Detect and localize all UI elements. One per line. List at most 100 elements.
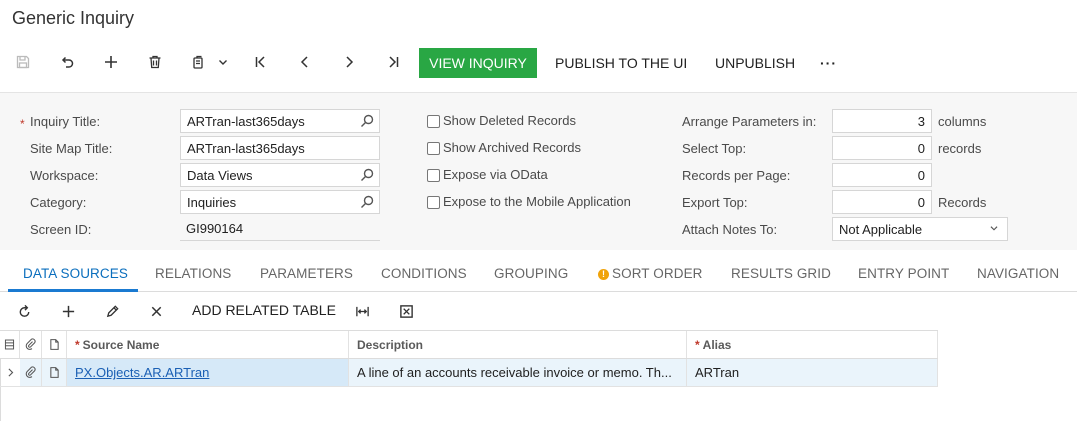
attach-notes-value: Not Applicable xyxy=(839,221,923,237)
inquiry-title-value: ARTran-last365days xyxy=(187,113,305,129)
tab-sort-order[interactable]: ! SORT ORDER xyxy=(598,266,703,281)
row-selector-header-icon[interactable] xyxy=(0,331,20,358)
source-name-header[interactable]: * Source Name xyxy=(67,331,349,358)
active-tab-indicator xyxy=(8,289,138,292)
fit-columns-icon[interactable] xyxy=(351,300,373,322)
show-deleted-checkbox[interactable] xyxy=(427,115,440,128)
next-icon[interactable] xyxy=(337,50,361,74)
arrange-parameters-field[interactable]: 3 xyxy=(832,109,932,133)
page-title: Generic Inquiry xyxy=(12,8,135,28)
tab-relations[interactable]: RELATIONS xyxy=(155,266,231,281)
records-per-page-value: 0 xyxy=(917,167,925,183)
save-icon[interactable] xyxy=(11,50,35,74)
category-field[interactable]: Inquiries xyxy=(180,190,380,214)
first-record-icon[interactable] xyxy=(249,50,273,74)
show-archived-checkbox[interactable] xyxy=(427,142,440,155)
required-mark: * xyxy=(75,337,80,352)
select-top-field[interactable]: 0 xyxy=(832,136,932,160)
last-record-icon[interactable] xyxy=(381,50,405,74)
main-toolbar: VIEW INQUIRY PUBLISH TO THE UI UNPUBLISH… xyxy=(0,46,1077,78)
arrange-parameters-label: Arrange Parameters in: xyxy=(682,114,817,129)
tab-grouping[interactable]: GROUPING xyxy=(494,266,568,281)
note-icon[interactable] xyxy=(42,359,67,386)
refresh-icon[interactable] xyxy=(13,300,35,322)
tab-data-sources[interactable]: DATA SOURCES xyxy=(23,266,128,281)
tab-parameters[interactable]: PARAMETERS xyxy=(260,266,353,281)
row-expand-icon[interactable] xyxy=(0,359,20,386)
screen-id-field: GI990164 xyxy=(180,217,380,241)
grid-toolbar: ADD RELATED TABLE xyxy=(0,296,1077,326)
tab-conditions[interactable]: CONDITIONS xyxy=(381,266,467,281)
attachment-icon[interactable] xyxy=(20,359,42,386)
site-map-title-field[interactable]: ARTran-last365days xyxy=(180,136,380,160)
source-name-cell[interactable]: PX.Objects.AR.ARTran xyxy=(67,359,349,386)
publish-to-ui-button[interactable]: PUBLISH TO THE UI xyxy=(555,48,687,78)
site-map-title-value: ARTran-last365days xyxy=(187,140,305,156)
expose-odata-label[interactable]: Expose via OData xyxy=(443,167,548,182)
source-name-header-label: Source Name xyxy=(82,337,160,352)
search-icon[interactable] xyxy=(359,113,375,129)
alias-header[interactable]: * Alias xyxy=(687,331,938,358)
description-cell[interactable]: A line of an accounts receivable invoice… xyxy=(349,359,687,386)
edit-icon[interactable] xyxy=(101,300,123,322)
select-top-value: 0 xyxy=(917,140,925,156)
workspace-label: Workspace: xyxy=(30,168,99,183)
attach-notes-label: Attach Notes To: xyxy=(682,222,778,237)
copy-paste-icon[interactable] xyxy=(187,50,211,74)
add-icon[interactable] xyxy=(99,50,123,74)
attachment-header-icon xyxy=(20,331,42,358)
delete-row-icon[interactable] xyxy=(145,300,167,322)
attach-notes-select[interactable]: Not Applicable xyxy=(832,217,1008,241)
add-related-table-button[interactable]: ADD RELATED TABLE xyxy=(192,302,336,318)
search-icon[interactable] xyxy=(359,167,375,183)
workspace-field[interactable]: Data Views xyxy=(180,163,380,187)
tab-bar: DATA SOURCES RELATIONS PARAMETERS CONDIT… xyxy=(0,258,1077,292)
tab-entry-point[interactable]: ENTRY POINT xyxy=(858,266,949,281)
alias-cell[interactable]: ARTran xyxy=(687,359,938,386)
previous-icon[interactable] xyxy=(293,50,317,74)
export-records-unit: Records xyxy=(938,195,987,210)
records-per-page-field[interactable]: 0 xyxy=(832,163,932,187)
undo-icon[interactable] xyxy=(55,50,79,74)
screen-id-value: GI990164 xyxy=(186,221,244,236)
show-deleted-label[interactable]: Show Deleted Records xyxy=(443,113,576,128)
export-top-field[interactable]: 0 xyxy=(832,190,932,214)
search-icon[interactable] xyxy=(359,194,375,210)
note-header-icon xyxy=(42,331,67,358)
expose-mobile-checkbox[interactable] xyxy=(427,196,440,209)
source-name-link[interactable]: PX.Objects.AR.ARTran xyxy=(75,365,209,380)
add-row-icon[interactable] xyxy=(57,300,79,322)
expose-mobile-label[interactable]: Expose to the Mobile Application xyxy=(443,194,631,209)
summary-form: * Inquiry Title: ARTran-last365days Site… xyxy=(0,92,1077,250)
expose-odata-checkbox[interactable] xyxy=(427,169,440,182)
inquiry-title-field[interactable]: ARTran-last365days xyxy=(180,109,380,133)
inquiry-title-label: Inquiry Title: xyxy=(30,114,101,129)
export-top-label: Export Top: xyxy=(682,195,748,210)
export-excel-icon[interactable] xyxy=(395,300,417,322)
show-archived-label[interactable]: Show Archived Records xyxy=(443,140,581,155)
delete-icon[interactable] xyxy=(143,50,167,74)
tab-results-grid[interactable]: RESULTS GRID xyxy=(731,266,831,281)
alias-header-label: Alias xyxy=(702,337,732,352)
columns-unit: columns xyxy=(938,114,987,129)
workspace-value: Data Views xyxy=(187,167,253,183)
view-inquiry-button[interactable]: VIEW INQUIRY xyxy=(419,48,537,78)
site-map-title-label: Site Map Title: xyxy=(30,141,113,156)
table-row[interactable]: PX.Objects.AR.ARTran A line of an accoun… xyxy=(0,359,938,387)
unpublish-button[interactable]: UNPUBLISH xyxy=(715,48,795,78)
chevron-down-icon[interactable] xyxy=(211,50,235,74)
records-per-page-label: Records per Page: xyxy=(682,168,791,183)
more-actions-button[interactable]: ··· xyxy=(820,48,837,78)
arrange-parameters-value: 3 xyxy=(917,113,925,129)
chevron-down-icon[interactable] xyxy=(987,221,1001,235)
screen-id-label: Screen ID: xyxy=(30,222,92,237)
records-unit: records xyxy=(938,141,982,156)
required-mark: * xyxy=(695,337,700,352)
export-top-value: 0 xyxy=(917,194,925,210)
description-header[interactable]: Description xyxy=(349,331,687,358)
grid-header: * Source Name Description * Alias xyxy=(0,330,938,359)
warning-icon: ! xyxy=(598,269,609,280)
tab-navigation[interactable]: NAVIGATION xyxy=(977,266,1059,281)
category-label: Category: xyxy=(30,195,87,210)
tab-sort-order-label: SORT ORDER xyxy=(612,266,703,281)
